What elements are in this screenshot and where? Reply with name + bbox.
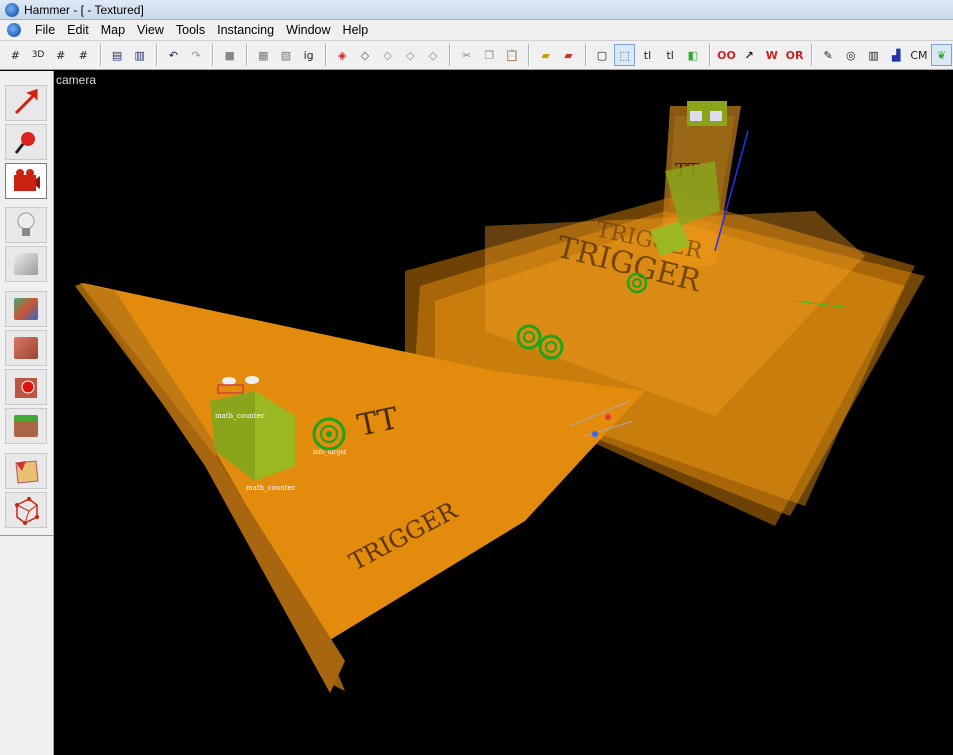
grid-icon[interactable]: #	[5, 44, 26, 66]
decal-icon	[15, 378, 37, 398]
overlay-tool[interactable]	[5, 408, 47, 444]
toolbar-separator	[449, 44, 451, 66]
cm-icon[interactable]: CM	[909, 44, 930, 66]
tools-divider	[0, 535, 53, 536]
light-bulb-icon	[17, 212, 35, 236]
entity-sprite-icon[interactable]	[710, 111, 722, 121]
n-icon[interactable]: ↗	[739, 44, 760, 66]
brick-cube-icon	[14, 337, 38, 359]
document-icon[interactable]	[7, 23, 21, 37]
carve-icon[interactable]: ▤	[107, 44, 128, 66]
grid-smaller-icon[interactable]: #	[50, 44, 71, 66]
w-icon[interactable]: W	[762, 44, 783, 66]
window-title: Hammer - [ - Textured]	[24, 2, 144, 17]
magnify-icon	[14, 132, 35, 154]
hammer-app-icon	[5, 2, 19, 17]
apply-current-texture-tool[interactable]	[5, 330, 47, 366]
3d-grid-icon[interactable]: 3D	[28, 44, 49, 66]
hazard-b-icon[interactable]: ▰	[558, 44, 579, 66]
vertex-icon	[15, 497, 39, 525]
or-icon[interactable]: OR	[784, 44, 805, 66]
texture-lock-icon[interactable]: ■	[219, 44, 240, 66]
lasso-select-icon[interactable]: ⬚	[614, 44, 636, 66]
pin-icon[interactable]: ▟	[886, 44, 907, 66]
toolbar-separator	[709, 44, 711, 66]
select-c-icon[interactable]: ◇	[377, 44, 398, 66]
select-a-icon[interactable]: ◈	[332, 44, 353, 66]
group-icon[interactable]: ▥	[129, 44, 150, 66]
menu-view[interactable]: View	[131, 20, 170, 40]
overlay-cube-icon	[14, 415, 38, 437]
3d-scene[interactable]: TT TRIGGER TRIGGER TRIGGER TT math_count…	[55, 71, 953, 755]
main-toolbar: # 3D # # ▤ ▥ ↶ ↷ ■ ▦ ▧ ig ◈ ◇ ◇ ◇ ◇ ✂ ❐ …	[0, 40, 953, 70]
menu-tools[interactable]: Tools	[170, 20, 211, 40]
show-icon[interactable]: ▧	[276, 44, 297, 66]
redo-icon[interactable]: ↷	[186, 44, 207, 66]
toolbar-separator	[325, 44, 326, 66]
clip-icon[interactable]: ✎	[818, 44, 839, 66]
magnify-tool[interactable]	[5, 124, 47, 160]
spawn-point[interactable]	[605, 414, 611, 420]
menu-bar: File Edit Map View Tools Instancing Wind…	[0, 20, 953, 40]
spawn-point[interactable]	[592, 431, 598, 437]
selection-tool[interactable]	[5, 85, 47, 121]
toolbar-separator	[212, 44, 214, 66]
vertex-tool[interactable]	[5, 492, 47, 528]
clip-icon	[15, 460, 39, 484]
camera-tool[interactable]	[5, 163, 47, 199]
camera-icon	[14, 169, 40, 191]
flip-icon[interactable]: ◧	[683, 44, 704, 66]
toolbar-separator	[156, 44, 157, 66]
tools-panel	[0, 71, 54, 755]
bounding-box-icon[interactable]: ▢	[592, 44, 613, 66]
toolbar-separator	[528, 44, 530, 66]
undo-icon[interactable]: ↶	[163, 44, 184, 66]
camera-viewport[interactable]: TT TRIGGER TRIGGER TRIGGER TT math_count…	[55, 71, 953, 755]
block-cube-icon	[14, 253, 38, 275]
select-b-icon[interactable]: ◇	[355, 44, 376, 66]
block-tool[interactable]	[5, 246, 47, 282]
entity-sprite-icon[interactable]	[690, 111, 702, 121]
entity-label-math-counter: math_counter	[215, 412, 265, 420]
entity-sprite-icon[interactable]	[245, 376, 259, 384]
menu-edit[interactable]: Edit	[61, 20, 95, 40]
menu-window[interactable]: Window	[280, 20, 336, 40]
sphere-icon[interactable]: ◎	[841, 44, 862, 66]
toolbar-separator	[810, 44, 812, 66]
viewport-label: camera	[56, 73, 97, 87]
entity-label-math-counter: math_counter	[246, 484, 296, 492]
texture-left-icon[interactable]: tl	[637, 44, 658, 66]
leaf-icon[interactable]: ❦	[931, 44, 953, 66]
select-d-icon[interactable]: ◇	[400, 44, 421, 66]
toolbar-separator	[99, 44, 101, 66]
decal-tool[interactable]	[5, 369, 47, 405]
menu-file[interactable]: File	[29, 20, 61, 40]
entity-tool[interactable]	[5, 207, 47, 243]
texture-icon[interactable]: ▥	[863, 44, 884, 66]
select-e-icon[interactable]: ◇	[423, 44, 444, 66]
clipping-tool[interactable]	[5, 453, 47, 489]
hide-icon[interactable]: ▦	[253, 44, 274, 66]
copy-icon[interactable]: ❐	[479, 44, 500, 66]
texture-toggle-icon[interactable]: tl	[660, 44, 681, 66]
texture-cube-icon	[14, 298, 38, 320]
hazard-icon[interactable]: ▰	[535, 44, 556, 66]
grid-larger-icon[interactable]: #	[73, 44, 94, 66]
toolbar-separator	[584, 44, 586, 66]
menu-map[interactable]: Map	[95, 20, 131, 40]
menu-help[interactable]: Help	[337, 20, 375, 40]
oo-icon[interactable]: OO	[716, 44, 737, 66]
window-titlebar: Hammer - [ - Textured]	[0, 0, 953, 20]
menu-instancing[interactable]: Instancing	[211, 20, 280, 40]
toolbar-separator	[246, 44, 247, 66]
ignore-groups-icon[interactable]: ig	[298, 44, 319, 66]
cut-icon[interactable]: ✂	[456, 44, 477, 66]
selection-arrow-icon	[14, 89, 38, 115]
entity-sprite-icon[interactable]	[222, 377, 236, 385]
texture-application-tool[interactable]	[5, 291, 47, 327]
paste-icon[interactable]: 📋	[502, 44, 523, 66]
